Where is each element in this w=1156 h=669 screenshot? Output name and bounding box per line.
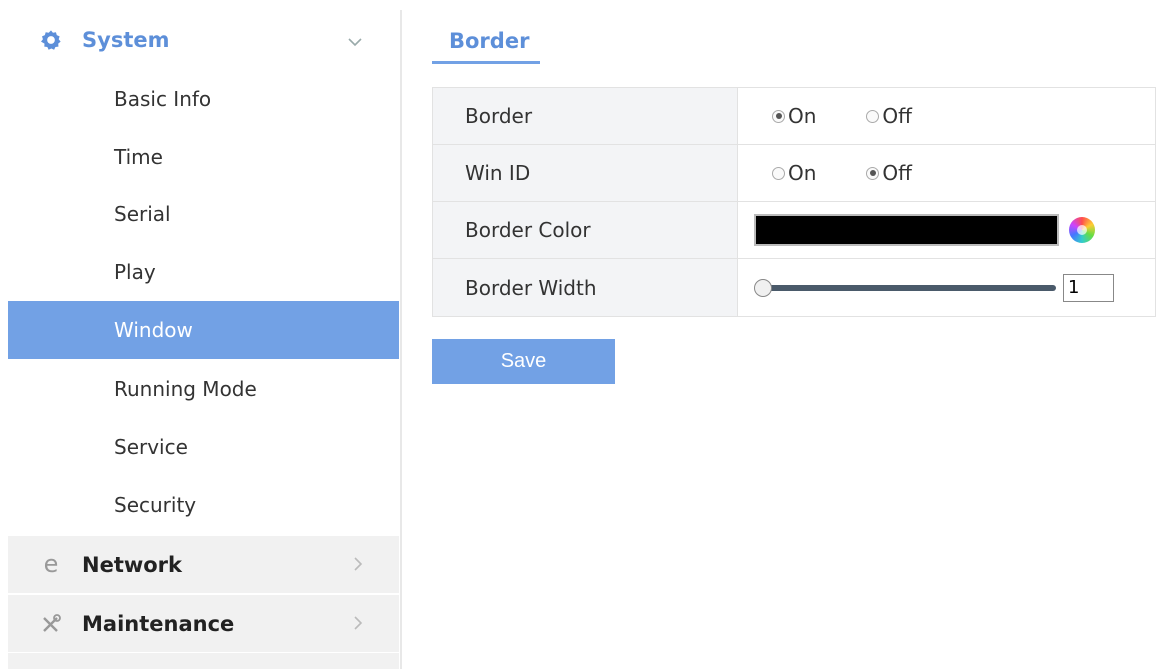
network-icon: e bbox=[36, 554, 66, 576]
slider-track bbox=[758, 284, 1056, 291]
sidebar-item-basic-info[interactable]: Basic Info bbox=[8, 70, 399, 128]
sidebar-group-label: Network bbox=[82, 552, 183, 577]
field-value: On Off bbox=[738, 145, 1155, 201]
border-off-radio[interactable]: Off bbox=[866, 104, 912, 128]
sidebar-group-label: Maintenance bbox=[82, 611, 235, 636]
radio-label: On bbox=[788, 161, 817, 185]
sidebar-item-security[interactable]: Security bbox=[8, 476, 399, 534]
sidebar-item-play[interactable]: Play bbox=[8, 243, 399, 301]
border-color-swatch[interactable] bbox=[754, 214, 1059, 246]
radio-checked-icon bbox=[866, 166, 880, 180]
tab-border[interactable]: Border bbox=[432, 16, 540, 64]
border-on-radio[interactable]: On bbox=[772, 104, 816, 128]
form-row-border-width: Border Width bbox=[433, 259, 1155, 316]
sidebar-group-system[interactable]: System bbox=[8, 12, 399, 68]
sidebar-item-time[interactable]: Time bbox=[8, 128, 399, 186]
form-row-win-id: Win ID On Off bbox=[433, 145, 1155, 202]
field-label: Border Width bbox=[433, 259, 738, 316]
slider-thumb[interactable] bbox=[754, 278, 772, 297]
color-picker-icon[interactable] bbox=[1069, 217, 1095, 243]
sidebar-item-running-mode[interactable]: Running Mode bbox=[8, 360, 399, 418]
chevron-right-icon bbox=[353, 612, 363, 636]
tools-icon bbox=[36, 613, 66, 635]
win-id-on-radio[interactable]: On bbox=[772, 161, 816, 185]
field-value bbox=[738, 202, 1155, 258]
field-label: Border bbox=[433, 88, 738, 144]
tab-underline bbox=[432, 61, 540, 64]
sidebar: System Basic Info Time Serial Play Windo… bbox=[0, 0, 399, 669]
main-content: Border Border On Off Win ID On Off Borde… bbox=[402, 0, 1156, 669]
save-button[interactable]: Save bbox=[432, 339, 615, 384]
sidebar-group-label: System bbox=[82, 28, 170, 52]
svg-text:e: e bbox=[44, 554, 59, 576]
gear-icon bbox=[36, 29, 66, 51]
form-row-border-color: Border Color bbox=[433, 202, 1155, 259]
field-label: Border Color bbox=[433, 202, 738, 258]
sidebar-group-network[interactable]: e Network bbox=[8, 536, 399, 593]
chevron-down-icon bbox=[347, 28, 363, 52]
sidebar-group-partial[interactable] bbox=[8, 653, 399, 669]
radio-unchecked-icon bbox=[866, 109, 880, 123]
border-width-input[interactable] bbox=[1063, 273, 1114, 302]
chevron-right-icon bbox=[353, 553, 363, 577]
settings-form: Border On Off Win ID On Off Border Color… bbox=[432, 87, 1156, 317]
field-value: On Off bbox=[738, 88, 1155, 144]
radio-unchecked-icon bbox=[772, 166, 785, 180]
radio-checked-icon bbox=[772, 109, 785, 123]
radio-label: On bbox=[788, 104, 817, 128]
sidebar-item-service[interactable]: Service bbox=[8, 418, 399, 476]
sidebar-item-window[interactable]: Window bbox=[8, 301, 399, 359]
field-value bbox=[738, 259, 1155, 316]
form-row-border: Border On Off bbox=[433, 88, 1155, 145]
tab-label: Border bbox=[449, 29, 530, 53]
sidebar-group-maintenance[interactable]: Maintenance bbox=[8, 595, 399, 652]
border-width-slider[interactable] bbox=[754, 278, 1056, 298]
sidebar-item-serial[interactable]: Serial bbox=[8, 185, 399, 243]
field-label: Win ID bbox=[433, 145, 738, 201]
radio-label: Off bbox=[882, 161, 912, 185]
radio-label: Off bbox=[882, 104, 912, 128]
win-id-off-radio[interactable]: Off bbox=[866, 161, 912, 185]
